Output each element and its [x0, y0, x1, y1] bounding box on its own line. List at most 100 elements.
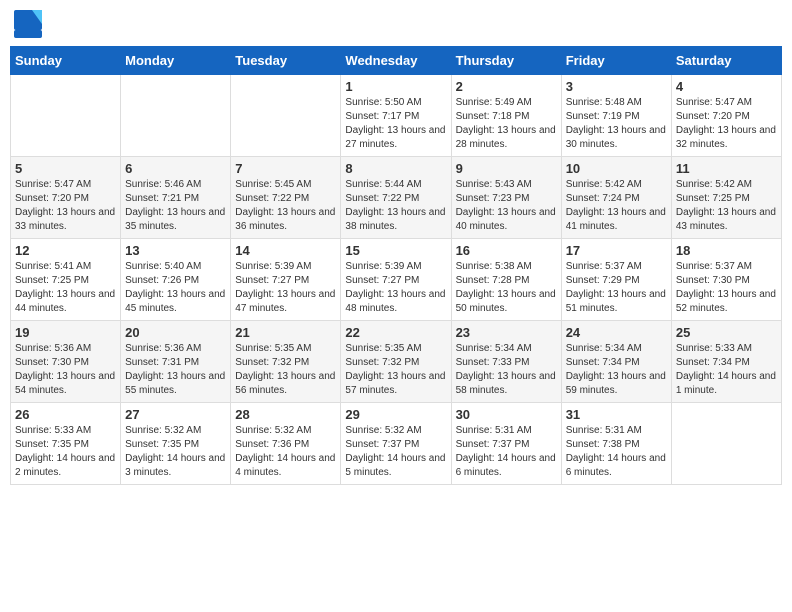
cell-date-number: 7 — [235, 161, 336, 176]
cell-date-number: 5 — [15, 161, 116, 176]
cell-date-number: 19 — [15, 325, 116, 340]
cell-info: Sunrise: 5:40 AM Sunset: 7:26 PM Dayligh… — [125, 260, 226, 316]
calendar-week-row: 5 Sunrise: 5:47 AM Sunset: 7:20 PM Daylig… — [11, 157, 782, 239]
calendar-cell: 22 Sunrise: 5:35 AM Sunset: 7:32 PM Dayli… — [341, 321, 451, 403]
cell-info: Sunrise: 5:33 AM Sunset: 7:35 PM Dayligh… — [15, 424, 116, 480]
cell-date-number: 1 — [345, 79, 446, 94]
calendar-cell: 1 Sunrise: 5:50 AM Sunset: 7:17 PM Daylig… — [341, 75, 451, 157]
cell-info: Sunrise: 5:44 AM Sunset: 7:22 PM Dayligh… — [345, 178, 446, 234]
calendar-cell: 19 Sunrise: 5:36 AM Sunset: 7:30 PM Dayli… — [11, 321, 121, 403]
cell-info: Sunrise: 5:43 AM Sunset: 7:23 PM Dayligh… — [456, 178, 557, 234]
cell-info: Sunrise: 5:46 AM Sunset: 7:21 PM Dayligh… — [125, 178, 226, 234]
cell-info: Sunrise: 5:50 AM Sunset: 7:17 PM Dayligh… — [345, 96, 446, 152]
calendar-cell: 2 Sunrise: 5:49 AM Sunset: 7:18 PM Daylig… — [451, 75, 561, 157]
calendar-cell: 20Sunrise: 5:36 AM Sunset: 7:31 PM Dayli… — [121, 321, 231, 403]
cell-info: Sunrise: 5:37 AM Sunset: 7:30 PM Dayligh… — [676, 260, 777, 316]
cell-date-number: 21 — [235, 325, 336, 340]
cell-date-number: 23 — [456, 325, 557, 340]
cell-date-number: 27 — [125, 407, 226, 422]
cell-info: Sunrise: 5:42 AM Sunset: 7:24 PM Dayligh… — [566, 178, 667, 234]
cell-info: Sunrise: 5:38 AM Sunset: 7:28 PM Dayligh… — [456, 260, 557, 316]
cell-date-number: 12 — [15, 243, 116, 258]
calendar-cell — [671, 403, 781, 485]
calendar-cell: 24 Sunrise: 5:34 AM Sunset: 7:34 PM Dayli… — [561, 321, 671, 403]
header-day-thursday: Thursday — [451, 47, 561, 75]
calendar-week-row: 1 Sunrise: 5:50 AM Sunset: 7:17 PM Daylig… — [11, 75, 782, 157]
calendar-week-row: 19 Sunrise: 5:36 AM Sunset: 7:30 PM Dayli… — [11, 321, 782, 403]
cell-info: Sunrise: 5:36 AM Sunset: 7:31 PM Dayligh… — [125, 342, 226, 398]
calendar-cell: 10 Sunrise: 5:42 AM Sunset: 7:24 PM Dayli… — [561, 157, 671, 239]
calendar-cell: 23Sunrise: 5:34 AM Sunset: 7:33 PM Dayli… — [451, 321, 561, 403]
calendar-cell: 3Sunrise: 5:48 AM Sunset: 7:19 PM Daylig… — [561, 75, 671, 157]
cell-info: Sunrise: 5:49 AM Sunset: 7:18 PM Dayligh… — [456, 96, 557, 152]
calendar-cell — [11, 75, 121, 157]
cell-info: Sunrise: 5:31 AM Sunset: 7:38 PM Dayligh… — [566, 424, 667, 480]
cell-date-number: 15 — [345, 243, 446, 258]
calendar-cell: 15 Sunrise: 5:39 AM Sunset: 7:27 PM Dayli… — [341, 239, 451, 321]
cell-info: Sunrise: 5:39 AM Sunset: 7:27 PM Dayligh… — [235, 260, 336, 316]
logo — [14, 10, 44, 38]
cell-date-number: 9 — [456, 161, 557, 176]
calendar-cell: 29 Sunrise: 5:32 AM Sunset: 7:37 PM Dayli… — [341, 403, 451, 485]
header-day-monday: Monday — [121, 47, 231, 75]
calendar-cell: 14 Sunrise: 5:39 AM Sunset: 7:27 PM Dayli… — [231, 239, 341, 321]
calendar-cell: 26 Sunrise: 5:33 AM Sunset: 7:35 PM Dayli… — [11, 403, 121, 485]
cell-date-number: 4 — [676, 79, 777, 94]
calendar-cell — [231, 75, 341, 157]
cell-date-number: 22 — [345, 325, 446, 340]
cell-info: Sunrise: 5:35 AM Sunset: 7:32 PM Dayligh… — [235, 342, 336, 398]
cell-info: Sunrise: 5:48 AM Sunset: 7:19 PM Dayligh… — [566, 96, 667, 152]
cell-date-number: 6 — [125, 161, 226, 176]
calendar-cell: 11 Sunrise: 5:42 AM Sunset: 7:25 PM Dayli… — [671, 157, 781, 239]
cell-date-number: 2 — [456, 79, 557, 94]
cell-info: Sunrise: 5:47 AM Sunset: 7:20 PM Dayligh… — [15, 178, 116, 234]
cell-info: Sunrise: 5:35 AM Sunset: 7:32 PM Dayligh… — [345, 342, 446, 398]
cell-date-number: 31 — [566, 407, 667, 422]
calendar-cell: 18 Sunrise: 5:37 AM Sunset: 7:30 PM Dayli… — [671, 239, 781, 321]
cell-info: Sunrise: 5:32 AM Sunset: 7:36 PM Dayligh… — [235, 424, 336, 480]
cell-info: Sunrise: 5:36 AM Sunset: 7:30 PM Dayligh… — [15, 342, 116, 398]
calendar-cell: 31 Sunrise: 5:31 AM Sunset: 7:38 PM Dayli… — [561, 403, 671, 485]
header-day-sunday: Sunday — [11, 47, 121, 75]
cell-date-number: 28 — [235, 407, 336, 422]
cell-date-number: 24 — [566, 325, 667, 340]
calendar-cell: 8 Sunrise: 5:44 AM Sunset: 7:22 PM Daylig… — [341, 157, 451, 239]
cell-date-number: 29 — [345, 407, 446, 422]
cell-info: Sunrise: 5:31 AM Sunset: 7:37 PM Dayligh… — [456, 424, 557, 480]
cell-info: Sunrise: 5:42 AM Sunset: 7:25 PM Dayligh… — [676, 178, 777, 234]
calendar-cell: 21 Sunrise: 5:35 AM Sunset: 7:32 PM Dayli… — [231, 321, 341, 403]
calendar-cell: 7 Sunrise: 5:45 AM Sunset: 7:22 PM Daylig… — [231, 157, 341, 239]
cell-date-number: 14 — [235, 243, 336, 258]
cell-date-number: 10 — [566, 161, 667, 176]
cell-info: Sunrise: 5:37 AM Sunset: 7:29 PM Dayligh… — [566, 260, 667, 316]
calendar-cell: 27Sunrise: 5:32 AM Sunset: 7:35 PM Dayli… — [121, 403, 231, 485]
calendar-cell: 17 Sunrise: 5:37 AM Sunset: 7:29 PM Dayli… — [561, 239, 671, 321]
cell-date-number: 25 — [676, 325, 777, 340]
cell-date-number: 26 — [15, 407, 116, 422]
calendar-cell: 13 Sunrise: 5:40 AM Sunset: 7:26 PM Dayli… — [121, 239, 231, 321]
cell-info: Sunrise: 5:39 AM Sunset: 7:27 PM Dayligh… — [345, 260, 446, 316]
cell-date-number: 18 — [676, 243, 777, 258]
header-day-tuesday: Tuesday — [231, 47, 341, 75]
calendar-cell: 4Sunrise: 5:47 AM Sunset: 7:20 PM Daylig… — [671, 75, 781, 157]
calendar-cell: 28 Sunrise: 5:32 AM Sunset: 7:36 PM Dayli… — [231, 403, 341, 485]
cell-info: Sunrise: 5:45 AM Sunset: 7:22 PM Dayligh… — [235, 178, 336, 234]
cell-date-number: 17 — [566, 243, 667, 258]
calendar-cell: 25 Sunrise: 5:33 AM Sunset: 7:34 PM Dayli… — [671, 321, 781, 403]
cell-info: Sunrise: 5:32 AM Sunset: 7:37 PM Dayligh… — [345, 424, 446, 480]
cell-date-number: 30 — [456, 407, 557, 422]
calendar-cell: 5 Sunrise: 5:47 AM Sunset: 7:20 PM Daylig… — [11, 157, 121, 239]
calendar-cell: 16Sunrise: 5:38 AM Sunset: 7:28 PM Dayli… — [451, 239, 561, 321]
header-day-friday: Friday — [561, 47, 671, 75]
calendar-cell: 30 Sunrise: 5:31 AM Sunset: 7:37 PM Dayli… — [451, 403, 561, 485]
cell-date-number: 11 — [676, 161, 777, 176]
calendar-week-row: 26 Sunrise: 5:33 AM Sunset: 7:35 PM Dayli… — [11, 403, 782, 485]
cell-date-number: 13 — [125, 243, 226, 258]
calendar-week-row: 12Sunrise: 5:41 AM Sunset: 7:25 PM Dayli… — [11, 239, 782, 321]
calendar-cell: 12Sunrise: 5:41 AM Sunset: 7:25 PM Dayli… — [11, 239, 121, 321]
calendar-table: SundayMondayTuesdayWednesdayThursdayFrid… — [10, 46, 782, 485]
header-day-saturday: Saturday — [671, 47, 781, 75]
cell-date-number: 8 — [345, 161, 446, 176]
cell-info: Sunrise: 5:33 AM Sunset: 7:34 PM Dayligh… — [676, 342, 777, 398]
cell-info: Sunrise: 5:34 AM Sunset: 7:34 PM Dayligh… — [566, 342, 667, 398]
